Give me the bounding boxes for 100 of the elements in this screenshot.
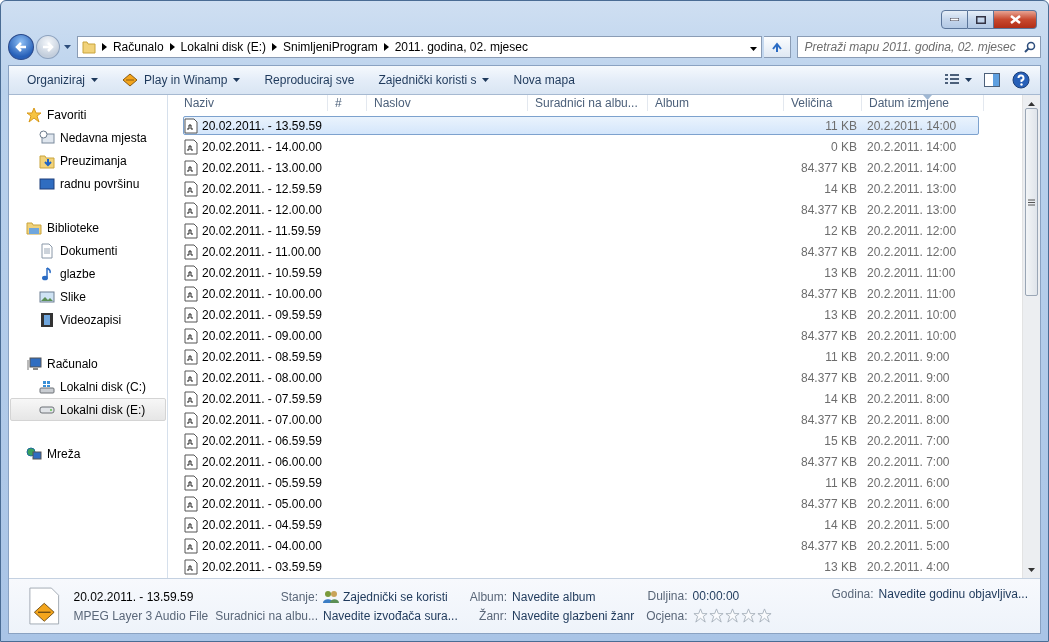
file-row[interactable]: 20.02.2011. - 04.00.00 84.377 KB 20.2.2011. 5:00 [183,536,979,555]
column-header[interactable]: Album [648,95,784,111]
breadcrumb[interactable]: Računalo [112,40,164,54]
file-name: 20.02.2011. - 12.59.59 [202,181,322,196]
file-row[interactable]: 20.02.2011. - 13.59.59 11 KB 20.2.2011. 14:00 [183,116,979,135]
close-button[interactable] [994,10,1037,29]
date-modified: 20.2.2011. 10:00 [866,328,958,343]
file-row[interactable]: 20.02.2011. - 14.00.00 0 KB 20.2.2011. 14:00 [183,137,979,156]
property-value: Navedite album [512,589,597,604]
file-name: 20.02.2011. - 13.59.59 [202,118,322,133]
column-header[interactable]: Datum izmjene [862,95,984,111]
sidebar-item[interactable]: Mreža [10,442,166,465]
chevron-icon [101,43,107,51]
column-header[interactable]: Naslov [367,95,528,111]
help-button[interactable] [1012,71,1030,89]
column-header[interactable]: # [328,95,367,111]
star-icon[interactable] [724,608,740,623]
caret-icon [91,78,99,82]
property-label: Duljina: [646,589,688,603]
toolbar-button[interactable]: Organiziraj [17,68,109,92]
sidebar-item[interactable]: Dokumenti [10,239,166,262]
column-header[interactable]: Veličina [784,95,862,111]
file-row[interactable]: 20.02.2011. - 09.00.00 84.377 KB 20.2.2011. 10:00 [183,326,979,345]
file-row[interactable]: 20.02.2011. - 03.59.59 13 KB 20.2.2011. 4:00 [183,557,979,576]
sidebar-item[interactable]: Biblioteke [10,216,166,239]
audio-file-icon [184,348,198,365]
audio-file-icon [184,516,198,533]
star-icon[interactable] [756,608,772,623]
sidebar-item[interactable]: Preuzimanja [10,149,166,172]
view-options-button[interactable] [945,74,972,86]
star-icon[interactable] [740,608,756,623]
date-modified: 20.2.2011. 10:00 [866,307,958,322]
sidebar-item[interactable]: Lokalni disk (C:) [10,375,166,398]
breadcrumb[interactable]: SnimljeniProgram [283,40,378,54]
file-name: 20.02.2011. - 03.59.59 [202,559,322,574]
refresh-icon [770,40,784,54]
audio-file-icon [184,432,198,449]
file-row[interactable]: 20.02.2011. - 12.00.00 84.377 KB 20.2.2011. 13:00 [183,200,979,219]
star-icon[interactable] [708,608,724,623]
back-button[interactable] [8,34,34,60]
file-row[interactable]: 20.02.2011. - 05.59.59 11 KB 20.2.2011. 6:00 [183,473,979,492]
library-folder-icon [26,219,42,236]
winamp-file-icon [29,585,60,627]
file-size: 13 KB [823,265,858,280]
toolbar-button[interactable]: Zajednički koristi s [368,68,500,92]
star-icon[interactable] [692,608,708,623]
file-row[interactable]: 20.02.2011. - 05.00.00 84.377 KB 20.2.2011. 6:00 [183,494,979,513]
file-row[interactable]: 20.02.2011. - 07.00.00 84.377 KB 20.2.2011. 8:00 [183,410,979,429]
sidebar-item[interactable]: radnu površinu [10,172,166,195]
scroll-up-icon[interactable] [1028,102,1035,106]
file-name: 20.02.2011. - 10.59.59 [202,265,322,280]
file-row[interactable]: 20.02.2011. - 12.59.59 14 KB 20.2.2011. 13:00 [183,179,979,198]
file-row[interactable]: 20.02.2011. - 06.00.00 84.377 KB 20.2.2011. 7:00 [183,452,979,471]
file-row[interactable]: 20.02.2011. - 13.00.00 84.377 KB 20.2.2011. 14:00 [183,158,979,177]
file-size: 84.377 KB [799,538,858,553]
sidebar-item[interactable]: Videozapisi [10,308,166,331]
breadcrumb[interactable]: Lokalni disk (E:) [180,40,266,54]
file-row[interactable]: 20.02.2011. - 10.59.59 13 KB 20.2.2011. 11:00 [183,263,979,282]
file-size: 84.377 KB [799,454,858,469]
audio-file-icon [184,558,198,575]
property-label: Godina: [831,587,874,601]
file-row[interactable]: 20.02.2011. - 04.59.59 14 KB 20.2.2011. 5:00 [183,515,979,534]
address-bar[interactable]: Računalo Lokalni disk (E:) SnimljeniProgram 2011. godina, 02. mjesec [76,36,762,58]
toolbar-button[interactable]: Play in Winamp [112,68,251,92]
file-row[interactable]: 20.02.2011. - 08.00.00 84.377 KB 20.2.2011. 9:00 [183,368,979,387]
breadcrumb[interactable]: 2011. godina, 02. mjesec [394,40,528,54]
maximize-button[interactable] [968,10,994,29]
file-size: 14 KB [823,517,858,532]
file-row[interactable]: 20.02.2011. - 09.59.59 13 KB 20.2.2011. 10:00 [183,305,979,324]
column-header[interactable]: Naziv [177,95,328,111]
file-row[interactable]: 20.02.2011. - 10.00.00 84.377 KB 20.2.2011. 11:00 [183,284,979,303]
toolbar-button[interactable]: Nova mapa [503,68,585,92]
sidebar-item[interactable]: Računalo [10,352,166,375]
date-modified: 20.2.2011. 5:00 [866,538,951,553]
column-header[interactable]: Suradnici na albu... [528,95,648,111]
sidebar-item[interactable]: Slike [10,285,166,308]
toolbar-button[interactable]: Reproduciraj sve [254,68,365,92]
scroll-thumb[interactable] [1025,108,1038,296]
file-row[interactable]: 20.02.2011. - 11.59.59 12 KB 20.2.2011. 12:00 [183,221,979,240]
sidebar-item[interactable]: Nedavna mjesta [10,126,166,149]
winamp-icon [122,73,139,87]
grip-icon [1028,198,1035,206]
sidebar-item[interactable]: Favoriti [10,103,166,126]
minimize-button[interactable] [941,10,968,29]
chevron-icon [383,43,389,51]
date-modified: 20.2.2011. 9:00 [866,349,951,364]
search-field[interactable]: Pretraži mapu 2011. godina, 02. mjesec [797,36,1041,58]
file-row[interactable]: 20.02.2011. - 08.59.59 11 KB 20.2.2011. 9:00 [183,347,979,366]
sidebar-item[interactable]: Lokalni disk (E:) [10,398,166,421]
file-row[interactable]: 20.02.2011. - 07.59.59 14 KB 20.2.2011. 8:00 [183,389,979,408]
history-dropdown[interactable] [61,45,73,49]
file-row[interactable]: 20.02.2011. - 11.00.00 84.377 KB 20.2.2011. 12:00 [183,242,979,261]
sidebar-item[interactable]: glazbe [10,262,166,285]
file-row[interactable]: 20.02.2011. - 06.59.59 15 KB 20.2.2011. 7:00 [183,431,979,450]
chevron-icon [169,43,175,51]
preview-pane-button[interactable] [984,73,1000,87]
date-modified: 20.2.2011. 5:00 [866,517,951,532]
scroll-down-icon[interactable] [1028,568,1035,572]
refresh-button[interactable] [763,36,792,58]
audio-file-icon [184,201,198,218]
